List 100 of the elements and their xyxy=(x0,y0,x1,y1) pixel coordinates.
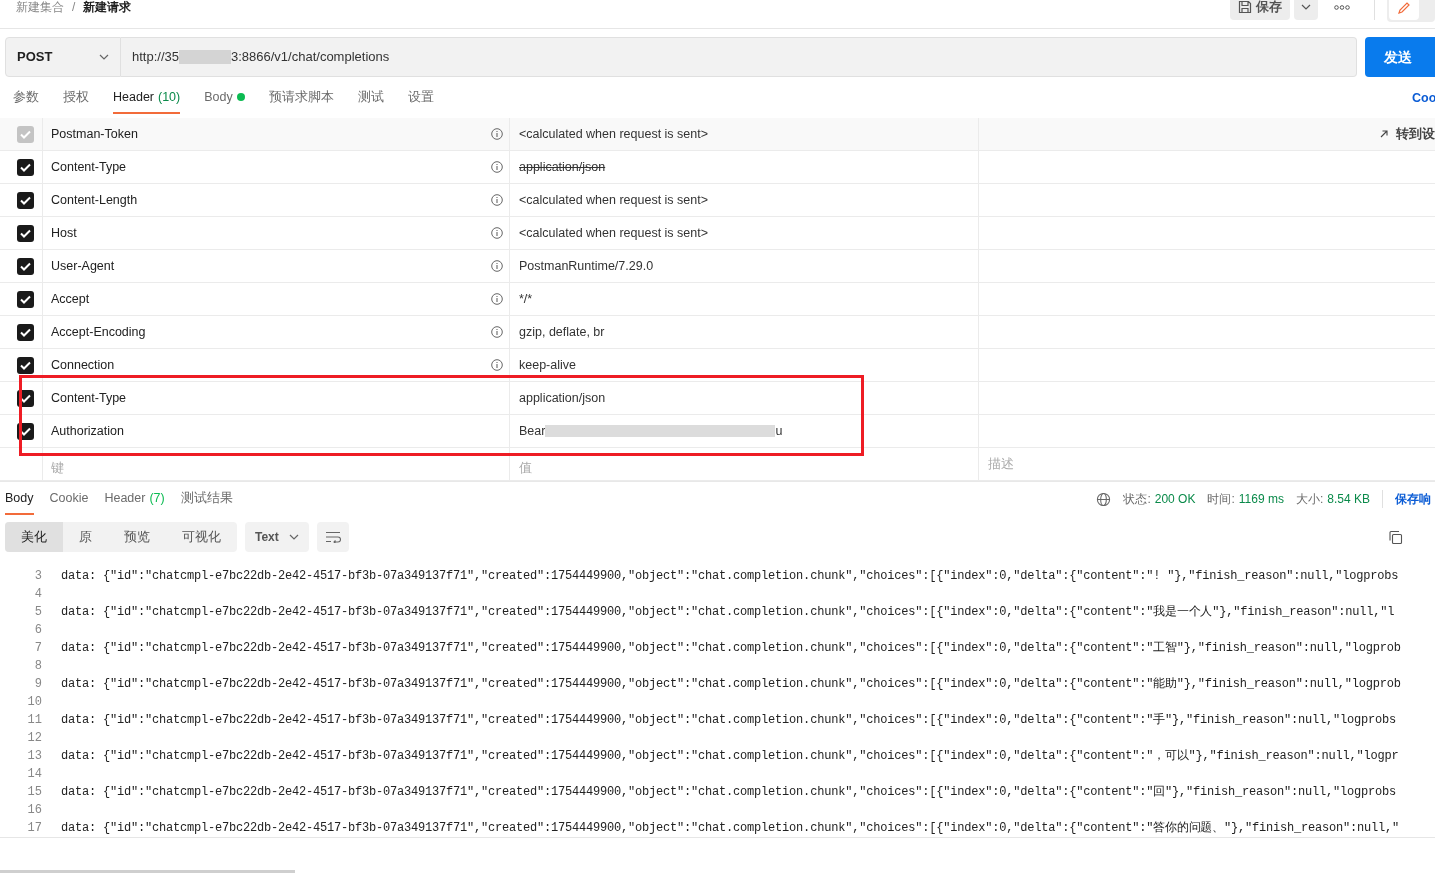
header-key: Content-Length xyxy=(51,190,138,210)
response-tab[interactable]: Body xyxy=(5,483,34,515)
request-tab[interactable]: 预请求脚本 xyxy=(268,82,334,114)
header-key: Content-Type xyxy=(51,388,127,408)
line-number: 7 xyxy=(33,640,42,657)
checkbox[interactable] xyxy=(17,224,34,242)
check-icon xyxy=(20,393,31,403)
checkbox[interactable] xyxy=(17,356,34,374)
code-line: data: {"id":"chatcmpl-e7bc22db-2e42-4517-bf3b-07a349137f71","created":1754449900,"object":"chat.completion.chunk","choices":[{"index":0,"delta":{"content":"! "},"finish_reason":null,"logprobs xyxy=(61,568,1399,585)
check-icon xyxy=(20,261,31,271)
line-number: 9 xyxy=(33,676,42,693)
code-line: data: {"id":"chatcmpl-e7bc22db-2e42-4517-bf3b-07a349137f71","created":1754449900,"object":"chat.completion.chunk","choices":[{"index":0,"delta":{"content":"手"},"finish_reason":null,"logprobs xyxy=(61,712,1397,729)
header-value: application/json xyxy=(519,389,606,407)
line-number: 8 xyxy=(33,658,42,675)
header-key: Authorization xyxy=(51,421,124,441)
response-tab[interactable]: Header (7) xyxy=(104,483,165,515)
breadcrumb-item[interactable]: 新建集合 xyxy=(16,0,64,16)
meta-value: 200 OK xyxy=(1154,491,1196,508)
response-tab[interactable]: Cookie xyxy=(49,483,89,515)
copy-icon xyxy=(1387,529,1403,545)
header-value: PostmanRuntime/7.29.0 xyxy=(519,257,654,275)
globe-icon xyxy=(1096,491,1112,507)
caret-icon xyxy=(1301,4,1311,10)
check-icon xyxy=(20,360,31,370)
request-tab[interactable]: 设置 xyxy=(407,82,434,114)
header-value: Bear xyxy=(519,422,546,440)
request-tab[interactable]: Body xyxy=(204,82,245,114)
request-tab[interactable]: 测试 xyxy=(357,82,384,114)
line-number: 13 xyxy=(26,748,42,765)
response-tab[interactable]: 测试结果 xyxy=(180,483,233,515)
method-dropdown[interactable]: POST xyxy=(5,37,121,77)
line-number: 14 xyxy=(26,766,42,783)
breadcrumb-item: 新建请求 xyxy=(83,0,132,16)
header-key: User-Agent xyxy=(51,256,115,276)
header-key: Connection xyxy=(51,355,115,375)
line-number: 15 xyxy=(26,784,42,801)
header-key: Host xyxy=(51,223,77,243)
check-icon xyxy=(20,294,31,304)
checkbox[interactable] xyxy=(17,290,34,308)
header-value: u xyxy=(775,422,783,440)
check-icon xyxy=(20,228,31,238)
checkbox[interactable] xyxy=(17,191,34,209)
header-key: Content-Type xyxy=(51,157,127,177)
check-icon xyxy=(20,129,31,139)
code-line: data: {"id":"chatcmpl-e7bc22db-2e42-4517-bf3b-07a349137f71","created":1754449900,"object":"chat.completion.chunk","choices":[{"index":0,"delta":{"content":"我是一个人"},"finish_reason":null,"l xyxy=(61,604,1395,621)
go-to-settings-link[interactable]: 转到设 xyxy=(1380,124,1435,144)
view-mode-tab[interactable]: 预览 xyxy=(108,522,166,552)
line-number: 6 xyxy=(33,622,42,639)
view-mode-tab[interactable]: 可视化 xyxy=(166,522,237,552)
view-mode-tab[interactable]: 美化 xyxy=(5,522,63,552)
edit-button[interactable] xyxy=(1389,0,1419,20)
line-number: 16 xyxy=(26,802,42,819)
header-key: Accept-Encoding xyxy=(51,322,146,342)
meta-value: 8.54 KB xyxy=(1327,491,1370,508)
meta-label: 时间: xyxy=(1207,491,1235,508)
arrow-icon xyxy=(1380,130,1388,138)
line-number: 12 xyxy=(26,730,42,747)
more-icon xyxy=(1334,4,1350,10)
header-value: keep-alive xyxy=(519,356,576,374)
save-button[interactable]: 保存 xyxy=(1230,0,1290,20)
save-response-link[interactable]: 保存响 xyxy=(1395,490,1435,508)
code-line: data: {"id":"chatcmpl-e7bc22db-2e42-4517-bf3b-07a349137f71","created":1754449900,"object":"chat.completion.chunk","choices":[{"index":0,"delta":{"content":"能助"},"finish_reason":null,"logprob xyxy=(61,676,1401,693)
checkbox[interactable] xyxy=(17,257,34,275)
header-value: <calculated when request is sent> xyxy=(519,224,708,242)
header-value: application/json xyxy=(519,158,606,176)
code-line: data: {"id":"chatcmpl-e7bc22db-2e42-4517-bf3b-07a349137f71","created":1754449900,"object":"chat.completion.chunk","choices":[{"index":0,"delta":{"content":"答你的问题、"},"finish_reason":null," xyxy=(61,820,1399,837)
line-number: 10 xyxy=(26,694,42,711)
check-icon xyxy=(20,426,31,436)
view-mode-tab[interactable]: 原 xyxy=(63,522,108,552)
checkbox[interactable] xyxy=(17,323,34,341)
wrap-icon xyxy=(324,531,341,543)
header-value: <calculated when request is sent> xyxy=(519,191,708,209)
code-line: data: {"id":"chatcmpl-e7bc22db-2e42-4517-bf3b-07a349137f71","created":1754449900,"object":"chat.completion.chunk","choices":[{"index":0,"delta":{"content":"回"},"finish_reason":null,"logprobs xyxy=(61,784,1397,801)
line-number: 4 xyxy=(33,586,42,603)
breadcrumb-separator: / xyxy=(72,0,76,16)
line-number: 5 xyxy=(33,604,42,621)
request-tab[interactable]: 授权 xyxy=(63,82,89,114)
line-number: 17 xyxy=(26,820,42,837)
pencil-icon xyxy=(1397,1,1411,15)
meta-value: 1169 ms xyxy=(1238,491,1284,508)
redaction-mark xyxy=(179,50,231,64)
request-tab[interactable]: 参数 xyxy=(13,82,39,114)
url-field[interactable]: http://35 3:8866/v1/chat/completions xyxy=(121,37,1357,77)
send-button[interactable]: 发送 xyxy=(1365,37,1435,77)
cookies-link[interactable]: Coo xyxy=(1412,88,1435,108)
request-tab[interactable]: Header (10) xyxy=(113,82,181,114)
code-line: data: {"id":"chatcmpl-e7bc22db-2e42-4517-bf3b-07a349137f71","created":1754449900,"object":"chat.completion.chunk","choices":[{"index":0,"delta":{"content":"，可以"},"finish_reason":null,"logpr xyxy=(61,748,1399,765)
url-text: http://35 xyxy=(132,48,179,67)
header-value: gzip, deflate, br xyxy=(519,323,605,341)
checkbox[interactable] xyxy=(17,158,34,176)
check-icon xyxy=(20,327,31,337)
format-dropdown[interactable]: Text xyxy=(245,522,309,552)
scrollbar[interactable] xyxy=(0,870,295,873)
header-key: Accept xyxy=(51,289,90,309)
caret-icon xyxy=(288,534,299,540)
wrap-lines-button[interactable] xyxy=(316,522,349,552)
line-number: 11 xyxy=(26,712,42,729)
check-icon xyxy=(20,162,31,172)
header-key: Postman-Token xyxy=(51,124,138,144)
line-number: 3 xyxy=(33,568,42,585)
